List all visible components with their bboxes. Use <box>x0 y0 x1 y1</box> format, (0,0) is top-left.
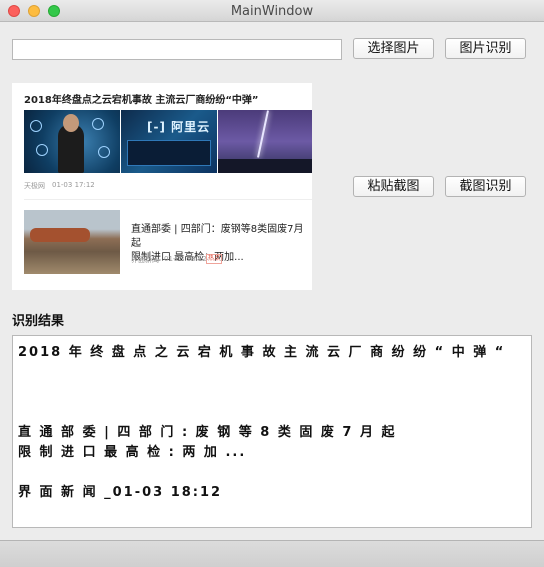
preview-time-1: 01-03 17:12 <box>52 181 95 189</box>
result-label: 识别结果 <box>12 314 65 329</box>
recognize-screenshot-button[interactable]: 截图识别 <box>445 176 526 197</box>
result-line <box>18 383 526 403</box>
image-preview: 2018年终盘点之云宕机事故 主流云厂商纷纷“中弹” [-] 阿里云 天极网 0… <box>12 83 312 290</box>
recognize-image-button[interactable]: 图片识别 <box>445 38 526 59</box>
window-title: MainWindow <box>230 4 314 19</box>
result-line <box>18 363 526 383</box>
result-line: 直 通 部 委 | 四 部 门 : 废 钢 等 8 类 固 废 7 月 起 <box>18 425 397 440</box>
preview-headline: 2018年终盘点之云宕机事故 主流云厂商纷纷“中弹” <box>24 95 259 106</box>
result-line <box>18 403 526 423</box>
preview-image-lightning <box>218 110 312 173</box>
result-line <box>18 463 526 483</box>
preview-thumbnail-scrap-steel <box>24 210 120 274</box>
result-line: 限 制 进 口 最 高 检 : 两 加 ... <box>18 445 247 460</box>
main-window: MainWindow 选择图片 图片识别 2018年终盘点之云宕机事故 主流云厂… <box>0 0 544 567</box>
preview-image-aliyun: [-] 阿里云 <box>121 110 217 173</box>
preview-image-tech-person <box>24 110 120 173</box>
aliyun-logo: [-] 阿里云 <box>147 120 211 134</box>
preview-source-1: 天极网 <box>24 182 45 190</box>
preview-time-2: 01-03 18:12 <box>164 255 207 263</box>
title-bar: MainWindow <box>0 0 544 22</box>
result-line: 界 面 新 闻 _01-03 18:12 <box>18 485 223 500</box>
preview-source-2: 界面新闻 <box>131 256 159 264</box>
paste-screenshot-button[interactable]: 粘贴截图 <box>353 176 434 197</box>
result-text-area[interactable]: 2018 年 终 盘 点 之 云 宕 机 事 故 主 流 云 厂 商 纷 纷 “… <box>12 335 532 528</box>
result-line: 2018 年 终 盘 点 之 云 宕 机 事 故 主 流 云 厂 商 纷 纷 “… <box>18 345 506 360</box>
image-path-input[interactable] <box>12 39 342 60</box>
hot-badge: 热点 <box>206 254 223 264</box>
status-bar <box>0 540 544 567</box>
preview-divider <box>24 199 312 200</box>
select-image-button[interactable]: 选择图片 <box>353 38 434 59</box>
